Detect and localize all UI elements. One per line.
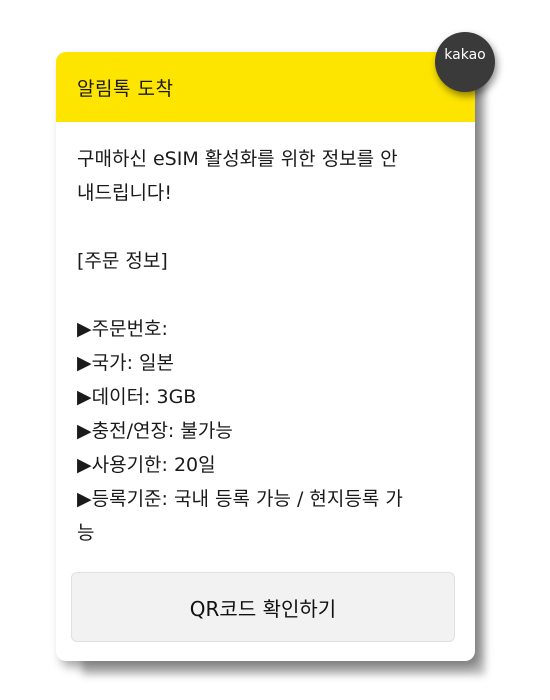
info-item-registration: ▶등록기준: 국내 등록 가능 / 현지등록 가: [77, 488, 403, 510]
intro-line-2: 내드립니다!: [77, 182, 173, 204]
info-item-registration-cont: 능: [77, 522, 95, 544]
qr-code-button[interactable]: QR코드 확인하기: [71, 572, 455, 642]
kakao-badge-label: kakao: [444, 47, 486, 63]
section-title: [주문 정보]: [77, 250, 168, 272]
info-item-country: ▶국가: 일본: [77, 352, 174, 374]
header-title: 알림톡 도착: [77, 77, 174, 100]
message-body: 구매하신 eSIM 활성화를 위한 정보를 안 내드립니다! [주문 정보] ▶…: [56, 122, 475, 550]
info-item-data: ▶데이터: 3GB: [77, 386, 197, 408]
info-item-recharge: ▶충전/연장: 불가능: [77, 420, 233, 442]
alimtalk-card: 알림톡 도착 구매하신 eSIM 활성화를 위한 정보를 안 내드립니다! [주…: [56, 52, 475, 661]
card-header: 알림톡 도착: [56, 52, 475, 122]
kakao-badge: kakao: [435, 32, 495, 92]
notification-stage: 알림톡 도착 구매하신 eSIM 활성화를 위한 정보를 안 내드립니다! [주…: [0, 0, 550, 700]
info-item-validity: ▶사용기한: 20일: [77, 454, 216, 476]
info-item-order-number: ▶주문번호:: [77, 318, 168, 340]
intro-line-1: 구매하신 eSIM 활성화를 위한 정보를 안: [77, 148, 398, 170]
